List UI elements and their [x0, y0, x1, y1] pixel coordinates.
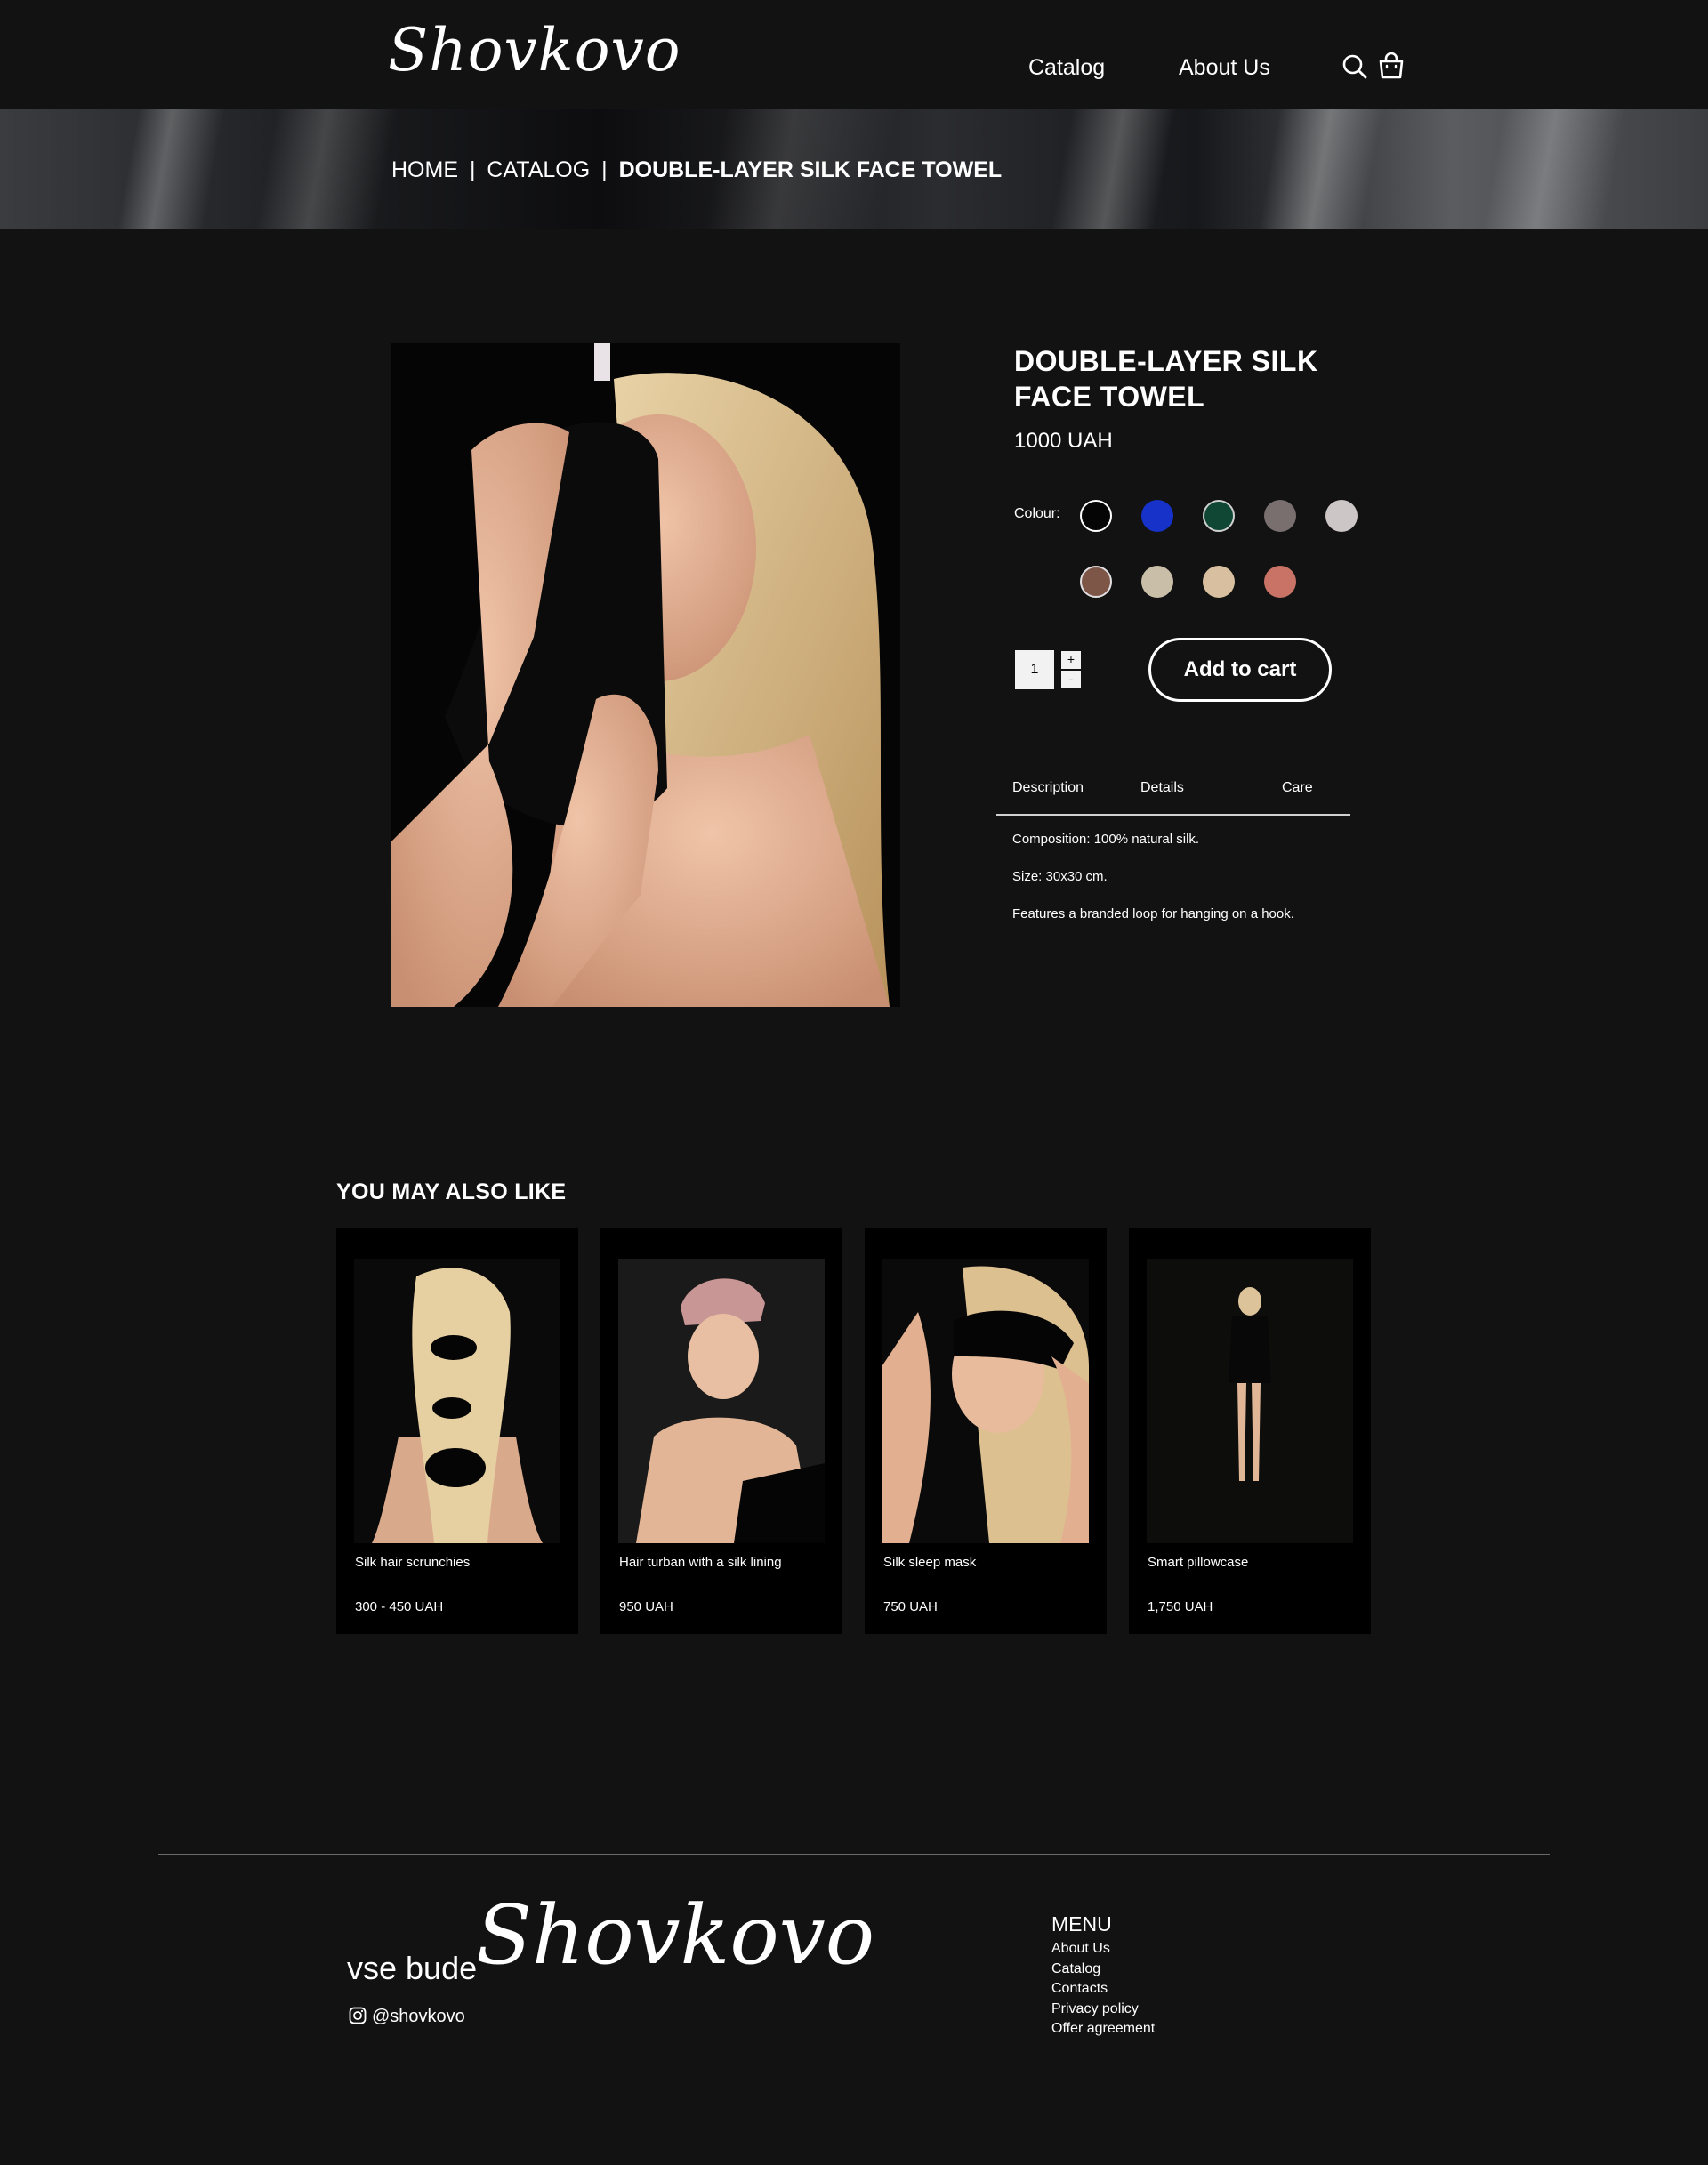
footer-logo: Shovkovo [476, 1887, 875, 1983]
colour-label: Colour: [1014, 506, 1060, 521]
product-card[interactable]: Silk sleep mask 750 UAH [865, 1228, 1107, 1634]
tab-details[interactable]: Details [1140, 780, 1184, 796]
logo[interactable]: Shovkovo [388, 16, 681, 96]
product-card-name: Hair turban with a silk lining [619, 1555, 782, 1570]
nav-about-us[interactable]: About Us [1179, 55, 1270, 81]
product-card[interactable]: Hair turban with a silk lining 950 UAH [600, 1228, 842, 1634]
search-icon[interactable] [1341, 53, 1372, 84]
footer-link-catalog[interactable]: Catalog [1051, 1961, 1100, 1977]
product-card[interactable]: Silk hair scrunchies 300 - 450 UAH [336, 1228, 578, 1634]
product-card-image [618, 1259, 825, 1543]
tabs-divider [996, 814, 1350, 816]
footer-slogan: vse bude [347, 1950, 478, 1986]
product-card-name: Smart pillowcase [1148, 1555, 1249, 1570]
breadcrumb-current: DOUBLE-LAYER SILK FACE TOWEL [618, 157, 1003, 182]
quantity-input[interactable]: 1 [1015, 650, 1054, 689]
instagram-icon [349, 2007, 367, 2024]
product-photo [391, 343, 900, 1007]
product-card-name: Silk hair scrunchies [355, 1555, 471, 1570]
related-title: YOU MAY ALSO LIKE [336, 1179, 567, 1204]
footer-link-offer-agreement[interactable]: Offer agreement [1051, 2021, 1155, 2037]
colour-swatch-blue[interactable] [1141, 500, 1173, 532]
product-title: DOUBLE-LAYER SILK FACE TOWEL [1014, 343, 1352, 414]
footer-link-about-us[interactable]: About Us [1051, 1941, 1110, 1957]
product-card-image [1147, 1259, 1353, 1543]
colour-swatch-green[interactable] [1203, 500, 1235, 532]
site-header: Shovkovo Catalog About Us [0, 0, 1708, 109]
colour-swatch-brown[interactable] [1080, 566, 1112, 598]
footer-menu-title: MENU [1051, 1912, 1112, 1936]
breadcrumb-home[interactable]: HOME [391, 157, 458, 182]
quantity-increase-button[interactable]: + [1061, 651, 1081, 669]
product-card[interactable]: Smart pillowcase 1,750 UAH [1129, 1228, 1371, 1634]
shopping-bag-icon[interactable] [1378, 52, 1408, 82]
colour-swatch-coral[interactable] [1264, 566, 1296, 598]
colour-swatch-black[interactable] [1080, 500, 1112, 532]
product-price: 1000 UAH [1014, 429, 1113, 453]
footer-link-contacts[interactable]: Contacts [1051, 1981, 1108, 1997]
instagram-link[interactable]: @shovkovo [349, 2007, 465, 2027]
product-card-image [882, 1259, 1089, 1543]
nav-catalog[interactable]: Catalog [1028, 55, 1105, 81]
breadcrumb-separator: | [601, 157, 608, 182]
product-card-name: Silk sleep mask [883, 1555, 977, 1570]
footer-divider [158, 1854, 1550, 1855]
product-title-line2: FACE TOWEL [1014, 381, 1205, 413]
breadcrumb-catalog[interactable]: CATALOG [487, 157, 590, 182]
colour-swatch-sand[interactable] [1203, 566, 1235, 598]
product-card-price: 300 - 450 UAH [355, 1599, 444, 1614]
product-card-price: 750 UAH [883, 1599, 938, 1614]
breadcrumb: HOME | CATALOG | DOUBLE-LAYER SILK FACE … [391, 157, 1002, 183]
instagram-handle: @shovkovo [372, 2007, 465, 2026]
product-title-line1: DOUBLE-LAYER SILK [1014, 345, 1318, 377]
product-card-price: 1,750 UAH [1148, 1599, 1213, 1614]
breadcrumb-separator: | [469, 157, 476, 182]
tab-description[interactable]: Description [1012, 780, 1084, 796]
silk-banner: HOME | CATALOG | DOUBLE-LAYER SILK FACE … [0, 109, 1708, 229]
quantity-decrease-button[interactable]: - [1061, 671, 1081, 688]
colour-swatch-grey[interactable] [1264, 500, 1296, 532]
footer-link-privacy-policy[interactable]: Privacy policy [1051, 2001, 1139, 2017]
product-card-image [354, 1259, 560, 1543]
add-to-cart-button[interactable]: Add to cart [1148, 638, 1332, 702]
colour-swatch-beige[interactable] [1141, 566, 1173, 598]
description-composition: Composition: 100% natural silk. [1012, 832, 1200, 847]
colour-swatch-light-grey[interactable] [1325, 500, 1358, 532]
tab-care[interactable]: Care [1282, 780, 1313, 796]
logo-text: Shovkovo [388, 16, 681, 85]
product-card-price: 950 UAH [619, 1599, 673, 1614]
description-size: Size: 30x30 cm. [1012, 869, 1108, 884]
description-feature: Features a branded loop for hanging on a… [1012, 906, 1294, 922]
